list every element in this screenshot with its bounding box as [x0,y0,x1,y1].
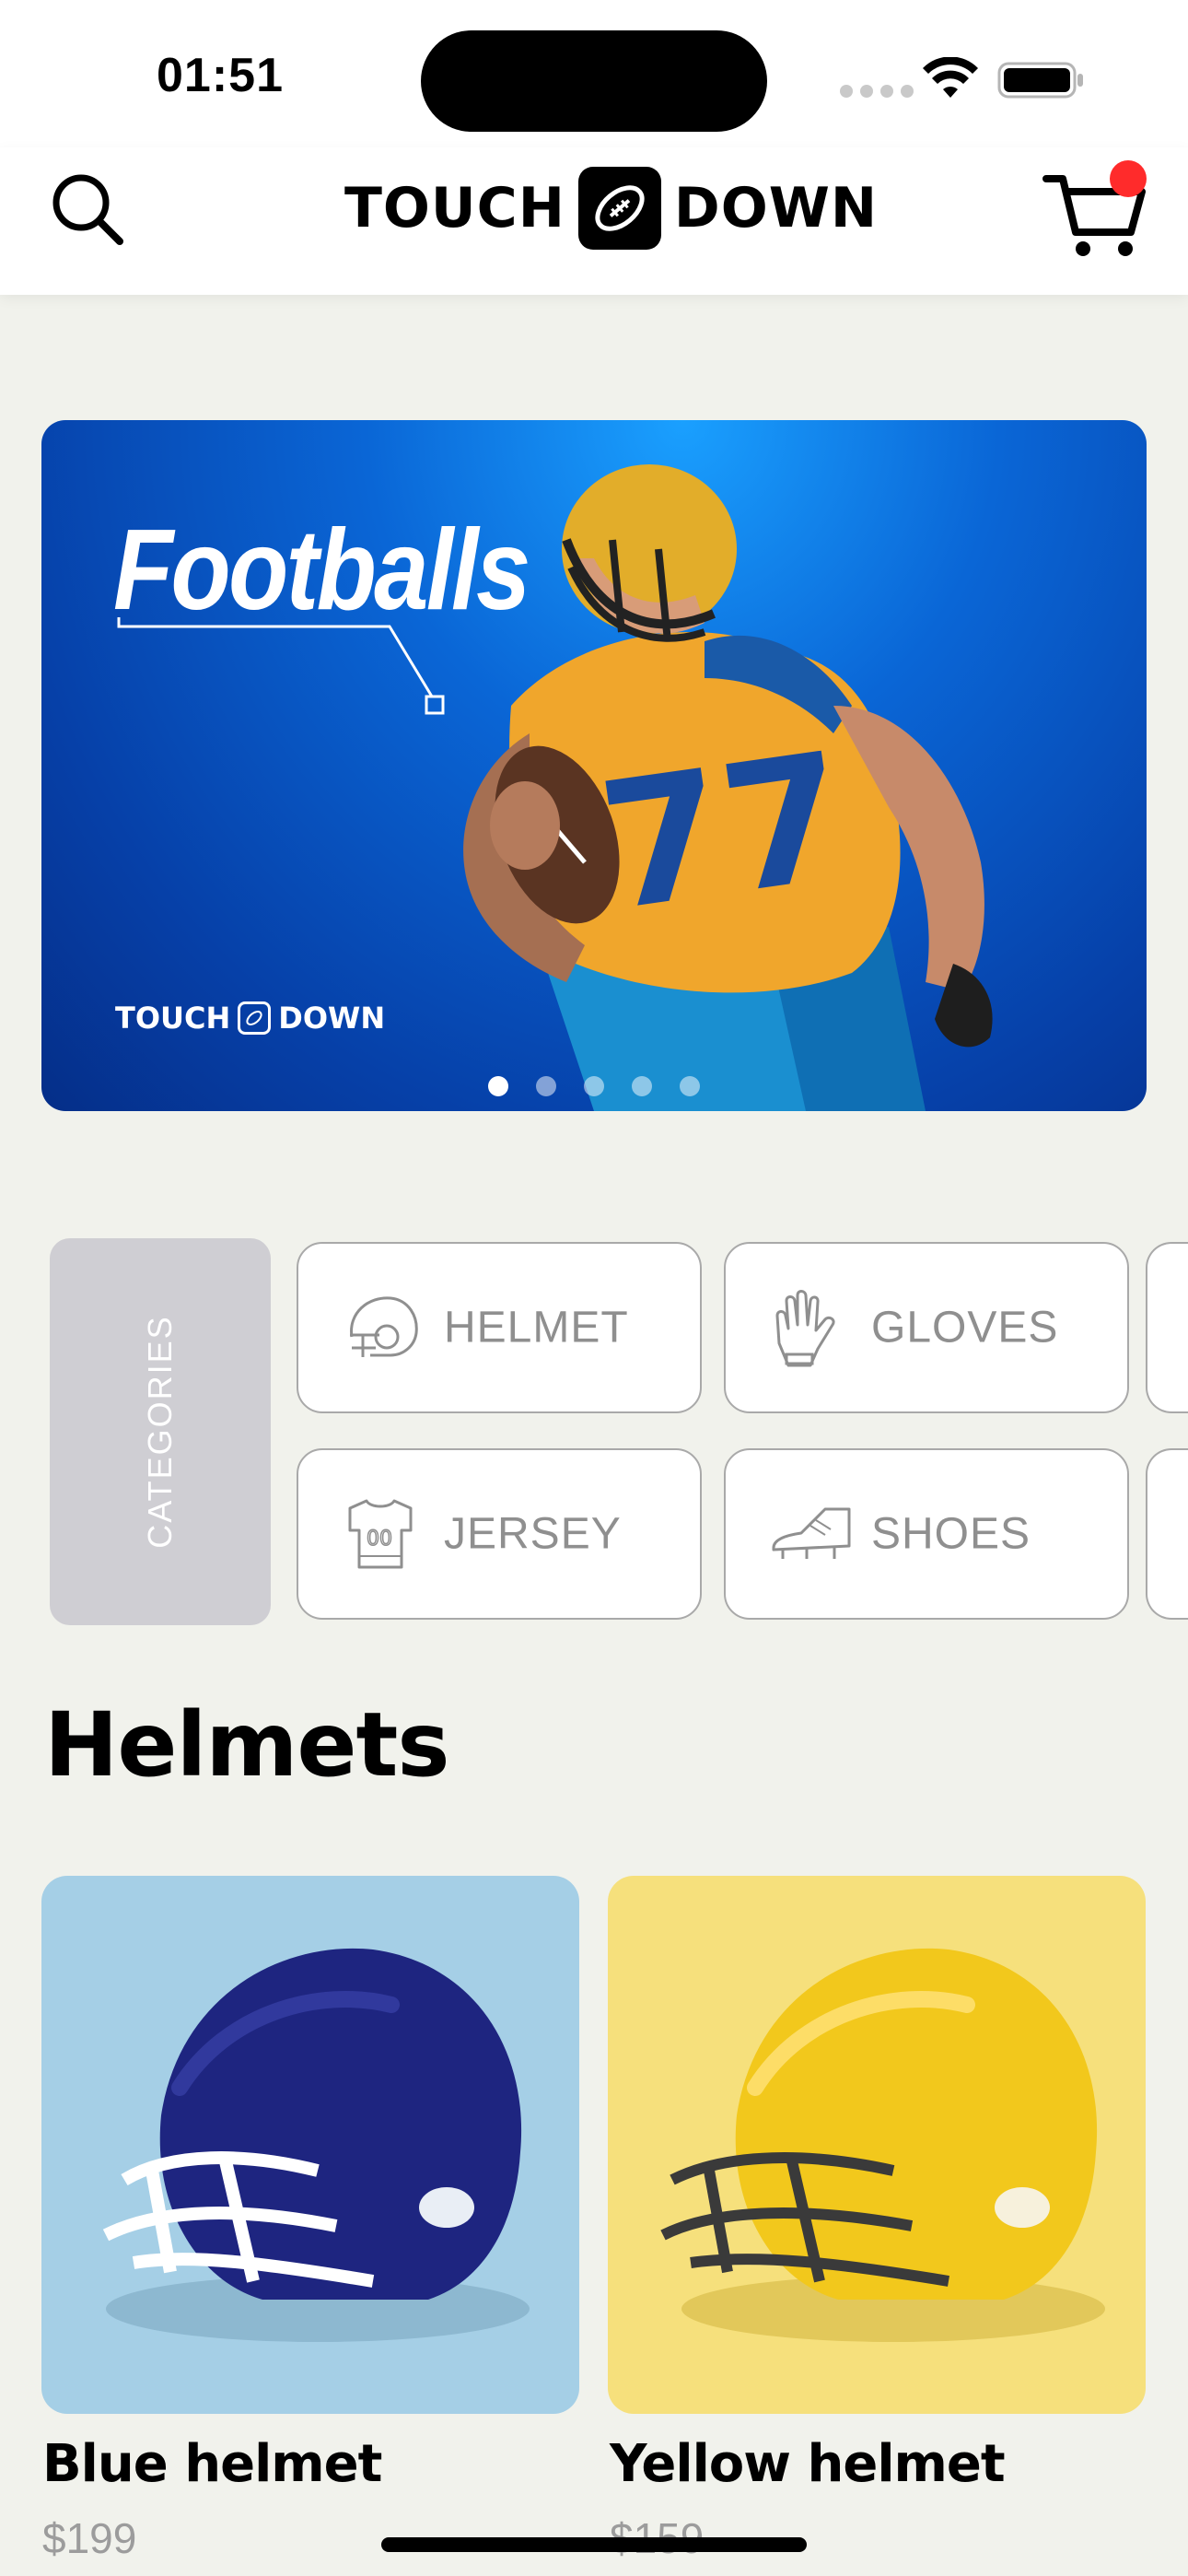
blue-helmet-image [102,1948,530,2342]
search-icon[interactable] [44,166,129,251]
category-label: JERSEY [444,1509,622,1559]
product-card-blue-helmet[interactable] [41,1876,579,2414]
home-indicator[interactable] [381,2537,807,2552]
category-label: GLOVES [871,1303,1059,1352]
status-time: 01:51 [157,49,284,102]
category-label: HELMET [444,1303,629,1352]
yellow-helmet-image [660,1948,1105,2342]
hero-banner[interactable]: Footballs 77 TOUCH DOWN [41,420,1147,1111]
cellular-signal-icon [840,85,914,98]
football-logo-icon [238,1001,272,1035]
shoes-icon [772,1507,851,1559]
category-chip-next[interactable] [1146,1448,1188,1620]
category-chip-helmet[interactable]: HELMET [297,1242,702,1413]
football-logo-icon [577,167,661,250]
carousel-dot[interactable] [680,1076,700,1096]
carousel-pagination[interactable] [488,1076,700,1096]
carousel-dot[interactable] [536,1076,556,1096]
status-bar: 01:51 [0,0,1188,147]
product-card-yellow-helmet[interactable] [608,1876,1146,2414]
cart-notification-badge [1110,160,1147,197]
app-header: TOUCH DOWN [0,147,1188,295]
dynamic-island [421,30,767,132]
wifi-icon [923,57,978,98]
product-name[interactable]: Yellow helmet [610,2434,1006,2494]
category-chip-shoes[interactable]: SHOES [724,1448,1129,1620]
logo-text-left: TOUCH [344,176,565,240]
product-name[interactable]: Blue helmet [42,2434,382,2494]
carousel-dot[interactable] [632,1076,652,1096]
category-chip-next[interactable] [1146,1242,1188,1413]
carousel-dot[interactable] [488,1076,508,1096]
svg-text:77: 77 [589,714,859,950]
section-title-helmets: Helmets [44,1693,450,1797]
brand-logo[interactable]: TOUCH DOWN [344,164,878,252]
svg-text:00: 00 [367,1528,392,1551]
category-chip-gloves[interactable]: GLOVES [724,1242,1129,1413]
carousel-dot[interactable] [584,1076,604,1096]
categories-label-box: CATEGORIES [50,1238,271,1625]
logo-text-right: DOWN [673,176,879,240]
category-label: SHOES [871,1509,1031,1559]
category-chip-jersey[interactable]: 00 JERSEY [297,1448,702,1620]
jersey-icon: 00 [348,1499,413,1569]
gloves-icon [775,1290,835,1367]
hero-brand-right: DOWN [278,1001,386,1036]
battery-icon [997,62,1083,99]
product-price: $199 [42,2514,137,2562]
football-player-image: 77 [463,464,993,1111]
hero-brand-mark: TOUCH DOWN [115,1001,385,1036]
categories-label: CATEGORIES [141,1315,179,1549]
helmet-icon [350,1296,418,1357]
hero-brand-left: TOUCH [115,1001,231,1036]
